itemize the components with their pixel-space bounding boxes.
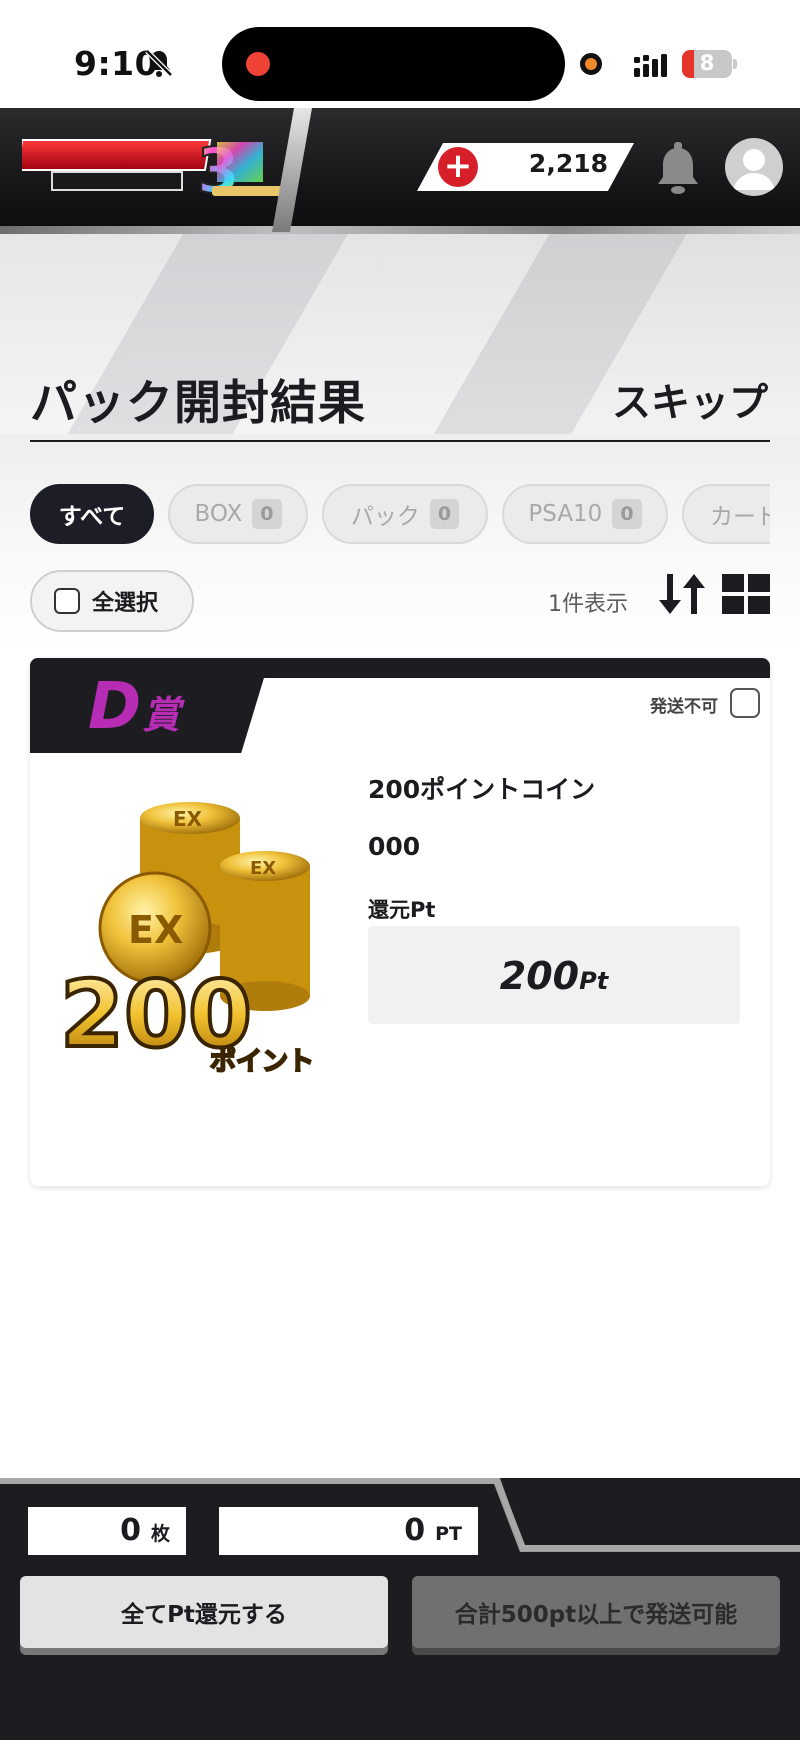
points-total-display: 0 PT [219,1507,478,1555]
coin-caption: ポイント [210,1046,314,1077]
return-points-unit: Pt [579,967,609,995]
header-divider [0,226,800,234]
skip-button[interactable]: スキップ [612,372,768,428]
svg-text:EX: EX [128,908,183,952]
tab-card[interactable]: カード 0 [682,484,770,544]
return-points-value: 200 [499,954,580,998]
points-total-unit: PT [435,1523,462,1545]
record-indicator-icon [246,52,270,76]
rank-badge: D賞 [30,658,270,753]
tab-label: カード [710,504,770,530]
battery-cap [733,59,737,69]
return-all-button[interactable]: 全てPt還元する [20,1576,388,1648]
no-ship-checkbox[interactable] [730,688,760,718]
bell-slash-icon [145,49,173,77]
quantity-display: 0 枚 [28,1507,186,1555]
tab-all[interactable]: すべて [30,484,154,544]
result-count: 1件表示 [548,592,628,617]
tab-box[interactable]: BOX 0 [168,484,308,544]
filter-tabs: すべて BOX 0 パック 0 PSA10 0 カード 0 [30,484,770,546]
dynamic-island [222,27,565,101]
title-divider [30,440,770,442]
plus-icon[interactable]: + [438,147,478,187]
mic-indicator-icon [580,53,602,75]
item-name: 200ポイントコイン [368,775,596,804]
points-total-value: 0 [404,1513,426,1548]
tab-pack[interactable]: パック 0 [322,484,488,544]
tab-label: BOX [194,501,243,527]
rank-label: D賞 [88,670,181,744]
no-ship-label: 発送不可 [650,697,718,717]
return-points-box: 200 Pt [368,926,740,1024]
tab-count: 0 [252,499,282,529]
svg-text:EX: EX [250,858,276,879]
item-code: 000 [368,832,421,861]
rank-letter: D [88,670,143,744]
coin-image: EX EX EX 200 ポイント [60,802,315,1078]
page-title: パック開封結果 [30,376,366,431]
points-value: 2,218 [528,149,608,178]
tab-count: 0 [429,499,460,529]
tab-count: 0 [612,499,642,529]
return-points-label: 還元Pt [368,898,436,922]
battery-level: 8 [699,51,715,75]
select-all-label: 全選択 [92,591,159,616]
extoreca-logo[interactable]: 3 [22,130,302,202]
rank-suffix: 賞 [142,693,182,737]
grid-view-icon[interactable] [722,574,770,614]
result-card[interactable]: D賞 発送不可 EX EX EX 200 ポイント 200ポイントコイン 000… [30,658,770,1186]
bell-icon[interactable] [654,140,702,196]
tab-label: すべて [58,504,126,530]
quantity-value: 0 [120,1513,141,1548]
quantity-unit: 枚 [150,1523,170,1545]
tab-label: パック [350,504,420,530]
tab-label: PSA10 [528,501,603,527]
signal-icon [634,54,667,77]
tab-psa10[interactable]: PSA10 0 [502,484,668,544]
sort-icon[interactable] [656,572,708,616]
battery-icon: 8 [682,50,732,78]
coin-ex-mark: EX [173,807,203,831]
select-all-button[interactable]: 全選択 [30,570,194,632]
ship-button[interactable]: 合計500pt以上で発送可能 [412,1576,780,1648]
avatar-icon[interactable] [725,138,783,196]
select-all-checkbox[interactable] [54,588,80,614]
